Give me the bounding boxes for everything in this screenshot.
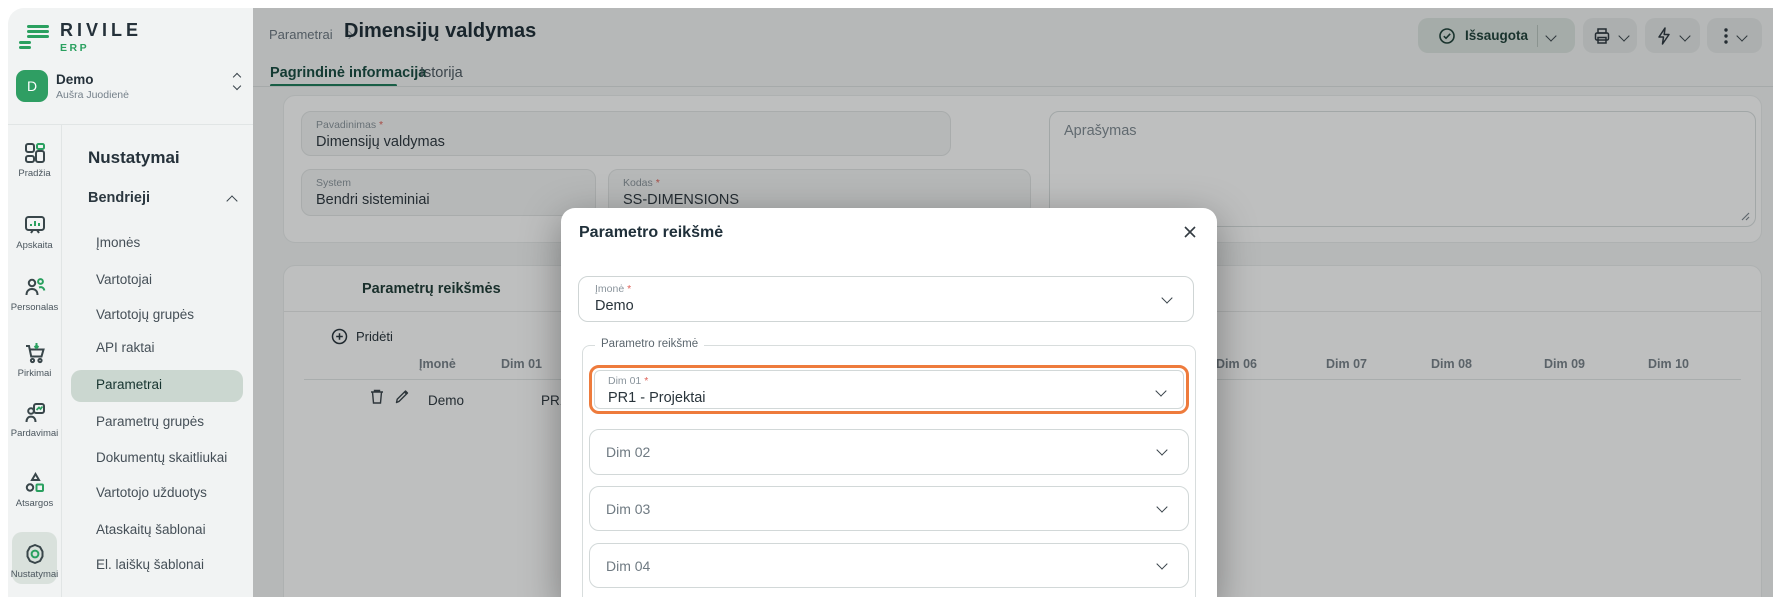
sidebar-item-imones[interactable]: Įmonės: [96, 235, 140, 250]
chevron-down-icon: [1156, 444, 1167, 455]
board-chart-icon: [23, 213, 47, 237]
dim01-select[interactable]: Dim 01 * PR1 - Projektai: [594, 370, 1184, 409]
dim03-select[interactable]: Dim 03: [589, 486, 1189, 531]
group-legend: Parametro reikšmė: [595, 338, 704, 350]
content-area: Parametrai Dimensijų valdymas Pagrindinė…: [253, 8, 1773, 597]
rail-item-label: Nustatymai: [8, 569, 61, 580]
parametro-reiksme-group: Parametro reikšmė Dim 01 * PR1 - Projekt…: [582, 345, 1196, 597]
menu-group-bendrieji[interactable]: Bendrieji: [88, 190, 150, 206]
sidebar-item-parametru-grupes[interactable]: Parametrų grupės: [96, 414, 204, 429]
rail-item-personalas[interactable]: Personalas: [8, 275, 61, 313]
required-mark: *: [644, 375, 648, 387]
person-chart-icon: [23, 401, 47, 425]
dim01-value: PR1 - Projektai: [608, 390, 1170, 406]
dim02-label: Dim 02: [606, 444, 650, 460]
cart-icon: [23, 341, 47, 365]
chevron-up-icon[interactable]: [226, 195, 237, 206]
sidebar-item-parametrai[interactable]: Parametrai: [96, 377, 162, 392]
rail-item-label: Atsargos: [8, 498, 61, 509]
rail-item-label: Personalas: [8, 302, 61, 313]
rail-item-label: Apskaita: [8, 240, 61, 251]
sidebar-item-el-laisku-sablonai[interactable]: El. laiškų šablonai: [96, 557, 204, 572]
sidebar-menu: Nustatymai Bendrieji Įmonės Vartotojai V…: [61, 8, 253, 597]
rivile-logo-icon: [18, 23, 50, 53]
rail-item-nustatymai[interactable]: Nustatymai: [8, 542, 61, 580]
sidebar-item-vartotojai[interactable]: Vartotojai: [96, 272, 152, 287]
dim01-select-highlight: Dim 01 * PR1 - Projektai: [589, 365, 1189, 414]
sidebar-item-api-raktai[interactable]: API raktai: [96, 340, 155, 355]
menu-title: Nustatymai: [88, 148, 180, 168]
rail-item-pardavimai[interactable]: Pardavimai: [8, 401, 61, 439]
dim04-label: Dim 04: [606, 558, 650, 574]
app-screen: RIVILE ERP D Demo Aušra Juodienė: [0, 0, 1773, 597]
shapes-icon: [23, 471, 47, 495]
imone-select[interactable]: Įmonė * Demo: [578, 276, 1194, 322]
dim03-label: Dim 03: [606, 501, 650, 517]
modal-title: Parametro reikšmė: [579, 224, 723, 242]
chevron-down-icon: [1156, 558, 1167, 569]
rail-item-label: Pirkimai: [8, 368, 61, 379]
required-mark: *: [627, 283, 631, 295]
dim01-label: Dim 01: [608, 375, 641, 387]
sidebar-item-vartotoju-grupes[interactable]: Vartotojų grupės: [96, 307, 194, 322]
dim02-select[interactable]: Dim 02: [589, 429, 1189, 475]
dim04-select[interactable]: Dim 04: [589, 543, 1189, 588]
sidebar-item-vartotojo-uzduotys[interactable]: Vartotojo užduotys: [96, 485, 207, 500]
parameter-value-modal: Parametro reikšmė Įmonė * Demo Parametro…: [561, 208, 1217, 597]
imone-label: Įmonė: [595, 283, 624, 295]
dashboard-icon: [23, 141, 47, 165]
avatar: D: [16, 70, 48, 102]
imone-value: Demo: [595, 298, 1177, 314]
rail-item-pradzia[interactable]: Pradžia: [8, 141, 61, 179]
rail-item-pirkimai[interactable]: Pirkimai: [8, 341, 61, 379]
rail-item-label: Pradžia: [8, 168, 61, 179]
sidebar-item-dokumentu-skaitliukai[interactable]: Dokumentų skaitliukai: [96, 450, 227, 465]
people-icon: [23, 275, 47, 299]
rail-item-label: Pardavimai: [8, 428, 61, 439]
rail-item-apskaita[interactable]: Apskaita: [8, 213, 61, 251]
gear-icon: [23, 542, 47, 566]
sidebar-item-ataskaitu-sablonai[interactable]: Ataskaitų šablonai: [96, 522, 206, 537]
sidebar: RIVILE ERP D Demo Aušra Juodienė: [8, 8, 253, 597]
rail-item-atsargos[interactable]: Atsargos: [8, 471, 61, 509]
close-icon[interactable]: [1183, 225, 1197, 239]
chevron-down-icon: [1156, 501, 1167, 512]
